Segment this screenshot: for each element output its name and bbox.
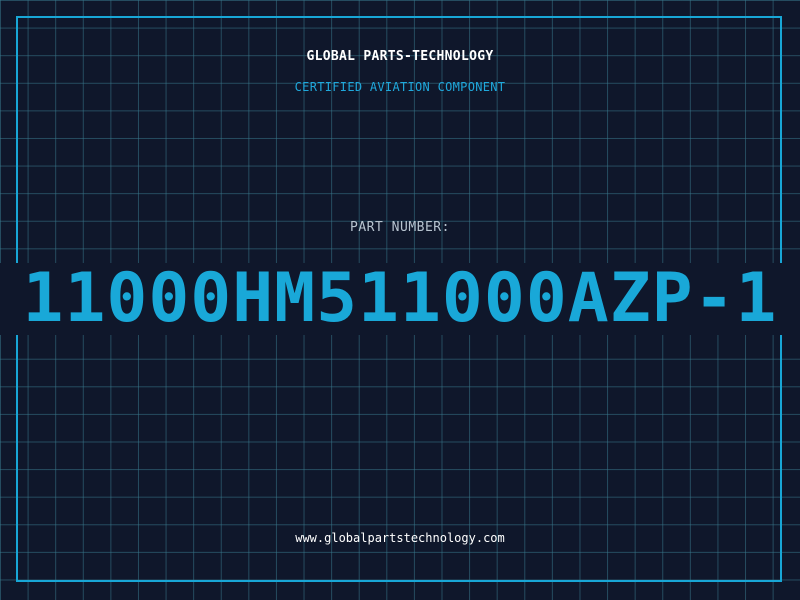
- part-number-value: 11000HM511000AZP-1: [22, 263, 778, 335]
- certification-subtitle: CERTIFIED AVIATION COMPONENT: [294, 80, 506, 94]
- website-url: www.globalpartstechnology.com: [295, 531, 505, 545]
- part-number-label: PART NUMBER:: [350, 220, 450, 235]
- part-number-band: 11000HM511000AZP-1: [0, 263, 800, 335]
- company-name: GLOBAL PARTS-TECHNOLOGY: [306, 49, 494, 64]
